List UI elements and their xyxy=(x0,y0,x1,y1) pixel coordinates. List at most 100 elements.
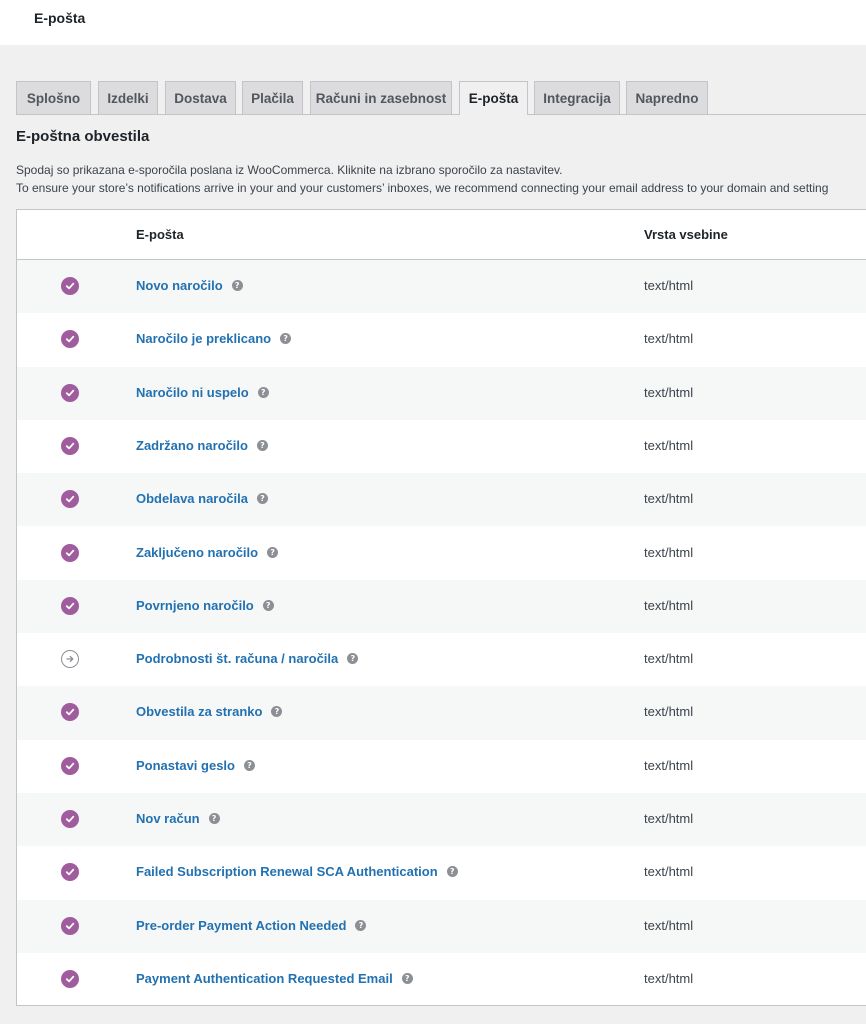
check-circle-icon xyxy=(61,863,79,882)
table-row[interactable]: Zadržano naročilo? text/html xyxy=(17,420,866,473)
email-name-link[interactable]: Ponastavi geslo? xyxy=(136,758,255,773)
content-type-value: text/html xyxy=(644,864,694,880)
manual-arrow-icon xyxy=(61,650,79,669)
tab-placila[interactable]: Plačila xyxy=(242,81,303,114)
email-name-link[interactable]: Naročilo ni uspelo? xyxy=(136,385,269,400)
table-row[interactable]: Obdelava naročila? text/html xyxy=(17,473,866,527)
email-name-link[interactable]: Zadržano naročilo? xyxy=(136,438,268,453)
email-name-label: Zadržano naročilo xyxy=(136,437,248,453)
content-type-value: text/html xyxy=(644,970,694,986)
email-name-label: Payment Authentication Requested Email xyxy=(136,970,393,986)
help-tip-icon[interactable]: ? xyxy=(243,759,255,771)
table-row[interactable]: Povrnjeno naročilo? text/html xyxy=(17,579,866,634)
help-tip-icon[interactable]: ? xyxy=(267,546,279,558)
table-header: E-pošta Vrsta vsebine xyxy=(17,210,866,260)
email-name-label: Podrobnosti št. računa / naročila xyxy=(136,651,339,667)
content-type-value: text/html xyxy=(644,331,694,347)
check-circle-icon xyxy=(61,490,79,509)
content-type-value: text/html xyxy=(644,704,694,720)
tab-izdelki[interactable]: Izdelki xyxy=(98,81,158,114)
email-name-label: Nov račun xyxy=(136,811,200,826)
content-type-value: text/html xyxy=(644,544,694,560)
table-row[interactable]: Failed Subscription Renewal SCA Authenti… xyxy=(17,846,866,899)
email-name-label: Naročilo je preklicano xyxy=(136,331,272,347)
content-type-value: text/html xyxy=(644,278,694,293)
check-circle-icon xyxy=(61,969,79,988)
content-type-value: text/html xyxy=(644,597,694,613)
help-tip-icon[interactable]: ? xyxy=(257,493,268,505)
check-circle-icon xyxy=(61,436,79,455)
help-tip-icon[interactable]: ? xyxy=(271,706,283,718)
content-type-value: text/html xyxy=(644,811,694,826)
email-name-link[interactable]: Pre-order Payment Action Needed? xyxy=(136,917,367,933)
help-tip-icon[interactable]: ? xyxy=(231,280,243,291)
check-circle-icon xyxy=(61,383,79,402)
top-bar: E-pošta xyxy=(0,0,866,45)
content-type-value: text/html xyxy=(644,917,694,933)
email-name-link[interactable]: Naročilo je preklicano? xyxy=(136,331,292,347)
check-circle-icon xyxy=(61,756,79,775)
email-name-label: Naročilo ni uspelo xyxy=(136,384,249,400)
table-row[interactable]: Nov račun? text/html xyxy=(17,793,866,847)
table-row[interactable]: Naročilo ni uspelo? text/html xyxy=(17,366,866,420)
column-header-content-type: Vrsta vsebine xyxy=(644,227,728,242)
table-row[interactable]: Obvestila za stranko? text/html xyxy=(17,686,866,740)
email-name-link[interactable]: Podrobnosti št. računa / naročila? xyxy=(136,651,359,667)
email-name-link[interactable]: Payment Authentication Requested Email? xyxy=(136,971,413,986)
section-notice: To ensure your store’s notifications arr… xyxy=(16,181,829,195)
help-tip-icon[interactable]: ? xyxy=(280,333,292,345)
content-type-value: text/html xyxy=(644,384,694,400)
content-type-value: text/html xyxy=(644,437,694,453)
tab-dostava[interactable]: Dostava xyxy=(165,81,236,114)
help-tip-icon[interactable]: ? xyxy=(347,653,359,665)
email-name-label: Obdelava naročila xyxy=(136,491,248,507)
email-name-link[interactable]: Obdelava naročila? xyxy=(136,491,268,506)
check-circle-icon xyxy=(61,543,79,562)
email-name-label: Zaključeno naročilo xyxy=(136,544,259,560)
tab-integracija[interactable]: Integracija xyxy=(534,81,620,114)
check-circle-icon xyxy=(61,703,79,722)
content-type-value: text/html xyxy=(644,491,694,507)
email-notifications-table: E-pošta Vrsta vsebine Novo naročilo? text… xyxy=(16,209,866,1006)
check-circle-icon xyxy=(61,810,79,828)
table-row[interactable]: Naročilo je preklicano? text/html xyxy=(17,313,866,366)
email-name-label: Pre-order Payment Action Needed xyxy=(136,917,347,933)
table-row[interactable]: Payment Authentication Requested Email? t… xyxy=(17,953,866,1006)
content-type-value: text/html xyxy=(644,757,694,773)
email-name-link[interactable]: Failed Subscription Renewal SCA Authenti… xyxy=(136,864,458,879)
content-type-value: text/html xyxy=(644,651,694,667)
help-tip-icon[interactable]: ? xyxy=(262,599,274,611)
tab-splosno[interactable]: Splošno xyxy=(16,81,91,114)
help-tip-icon[interactable]: ? xyxy=(256,439,268,451)
email-name-label: Failed Subscription Renewal SCA Authenti… xyxy=(136,864,438,880)
section-title: E-poštna obvestila xyxy=(16,128,150,145)
check-circle-icon xyxy=(61,277,79,295)
settings-tabs: Splošno Izdelki Dostava Plačila Računi i… xyxy=(16,81,866,115)
email-name-link[interactable]: Nov račun? xyxy=(136,811,220,826)
table-row[interactable]: Pre-order Payment Action Needed? text/htm… xyxy=(17,899,866,953)
section-description: Spodaj so prikazana e-sporočila poslana … xyxy=(16,163,563,177)
table-row[interactable]: Zaključeno naročilo? text/html xyxy=(17,527,866,580)
page-title: E-pošta xyxy=(34,10,86,26)
email-name-link[interactable]: Zaključeno naročilo? xyxy=(136,544,279,560)
help-tip-icon[interactable]: ? xyxy=(208,813,220,824)
table-row[interactable]: Ponastavi geslo? text/html xyxy=(17,740,866,793)
email-name-label: Obvestila za stranko xyxy=(136,704,263,720)
tab-napredno[interactable]: Napredno xyxy=(626,81,708,114)
help-tip-icon[interactable]: ? xyxy=(257,386,269,398)
email-name-link[interactable]: Obvestila za stranko? xyxy=(136,704,283,720)
check-circle-icon xyxy=(61,596,79,615)
email-name-link[interactable]: Novo naročilo? xyxy=(136,278,243,293)
email-name-label: Ponastavi geslo xyxy=(136,757,235,773)
email-name-link[interactable]: Povrnjeno naročilo? xyxy=(136,598,274,613)
help-tip-icon[interactable]: ? xyxy=(355,919,367,931)
email-name-label: Novo naročilo xyxy=(136,278,223,293)
help-tip-icon[interactable]: ? xyxy=(446,866,458,878)
check-circle-icon xyxy=(61,916,79,935)
tab-racuni-in-zasebnost[interactable]: Računi in zasebnost xyxy=(310,81,452,114)
tab-e-posta[interactable]: E-pošta xyxy=(459,81,528,115)
table-row[interactable]: Novo naročilo? text/html xyxy=(17,260,866,314)
table-row[interactable]: Podrobnosti št. računa / naročila? text/h… xyxy=(17,633,866,686)
help-tip-icon[interactable]: ? xyxy=(401,972,413,984)
column-header-email: E-pošta xyxy=(136,227,184,242)
